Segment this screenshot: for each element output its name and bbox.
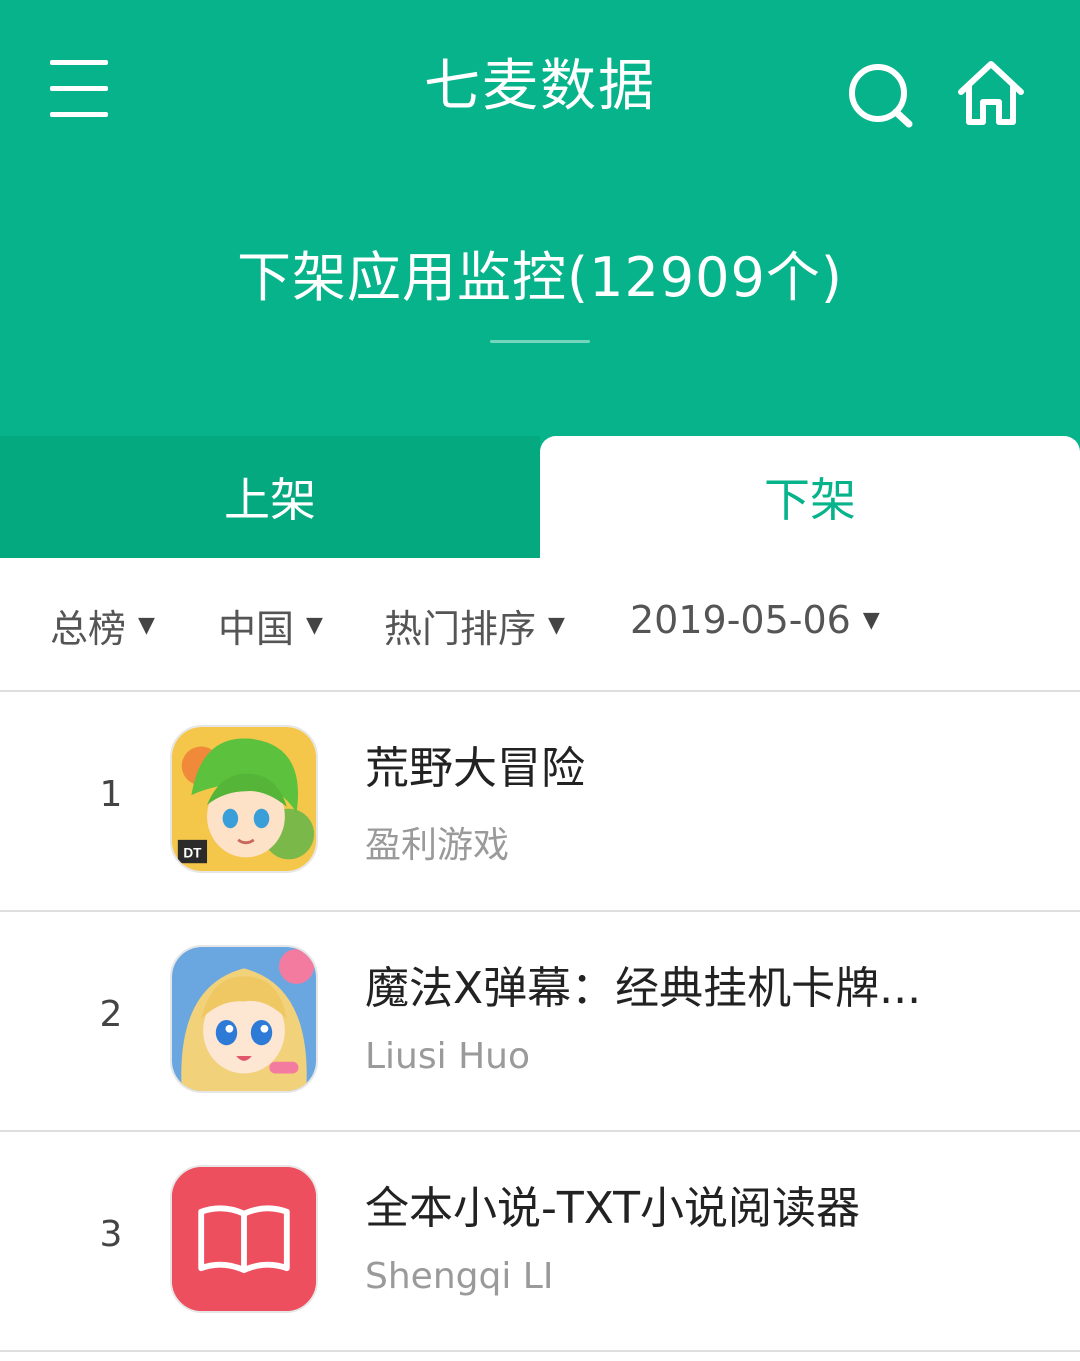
filter-sort-label: 热门排序 [384,607,537,651]
filter-chart-label: 总榜 [50,607,127,651]
home-icon[interactable] [955,58,1027,130]
rank-number: 1 [99,774,123,815]
app-developer: Shengqi LI [365,1256,554,1297]
caret-down-icon: ▼ [138,613,155,638]
page-title: 下架应用监控(12909个) [237,246,843,309]
rank-number: 2 [99,994,123,1035]
svg-text:DT: DT [183,845,202,860]
caret-down-icon: ▼ [862,607,880,633]
list-item[interactable]: 3 全本小说-TXT小说阅读器 Shengqi LI [0,1132,1080,1352]
filter-date-label: 2019-05-06 [630,598,851,642]
tab-bar: 上架 下架 [0,436,1080,558]
app-title: 七麦数据 [424,54,656,119]
header: 七麦数据 下架应用监控(12909个) 上架 下架 [0,0,1080,558]
filter-bar: 总榜 ▼ 中国 ▼ 热门排序 ▼ 2019-05-06 ▼ [0,558,1080,692]
tab-listed[interactable]: 上架 [0,436,540,558]
game-character-green-hair-icon: DT [170,725,318,873]
app-name: 荒野大冒险 [365,743,585,794]
app-developer: Liusi Huo [365,1036,530,1077]
search-icon[interactable] [845,58,917,130]
filter-date-dropdown[interactable]: 2019-05-06 ▼ [630,598,880,642]
filter-sort-dropdown[interactable]: 热门排序 ▼ [384,598,565,653]
app-name: 魔法X弹幕：经典挂机卡牌... [365,963,922,1014]
caret-down-icon: ▼ [306,613,323,638]
list-item[interactable]: 2 魔法X弹幕：经典挂机卡牌... Liusi Huo [0,912,1080,1132]
game-character-blonde-girl-icon [170,945,318,1093]
rank-number: 3 [99,1214,123,1255]
tab-delisted[interactable]: 下架 [540,436,1080,558]
caret-down-icon: ▼ [548,613,565,638]
app-name: 全本小说-TXT小说阅读器 [365,1183,860,1234]
filter-country-label: 中国 [218,607,295,651]
app-developer: 盈利游戏 [365,825,510,866]
open-book-icon [170,1165,318,1313]
filter-chart-dropdown[interactable]: 总榜 ▼ [50,598,155,653]
filter-country-dropdown[interactable]: 中国 ▼ [218,598,323,653]
title-underline [490,340,590,343]
app-list: 1 DT 荒野大冒险 盈利游戏 2 魔法X弹幕：经典挂机卡牌... Liusi … [0,692,1080,1352]
list-item[interactable]: 1 DT 荒野大冒险 盈利游戏 [0,692,1080,912]
